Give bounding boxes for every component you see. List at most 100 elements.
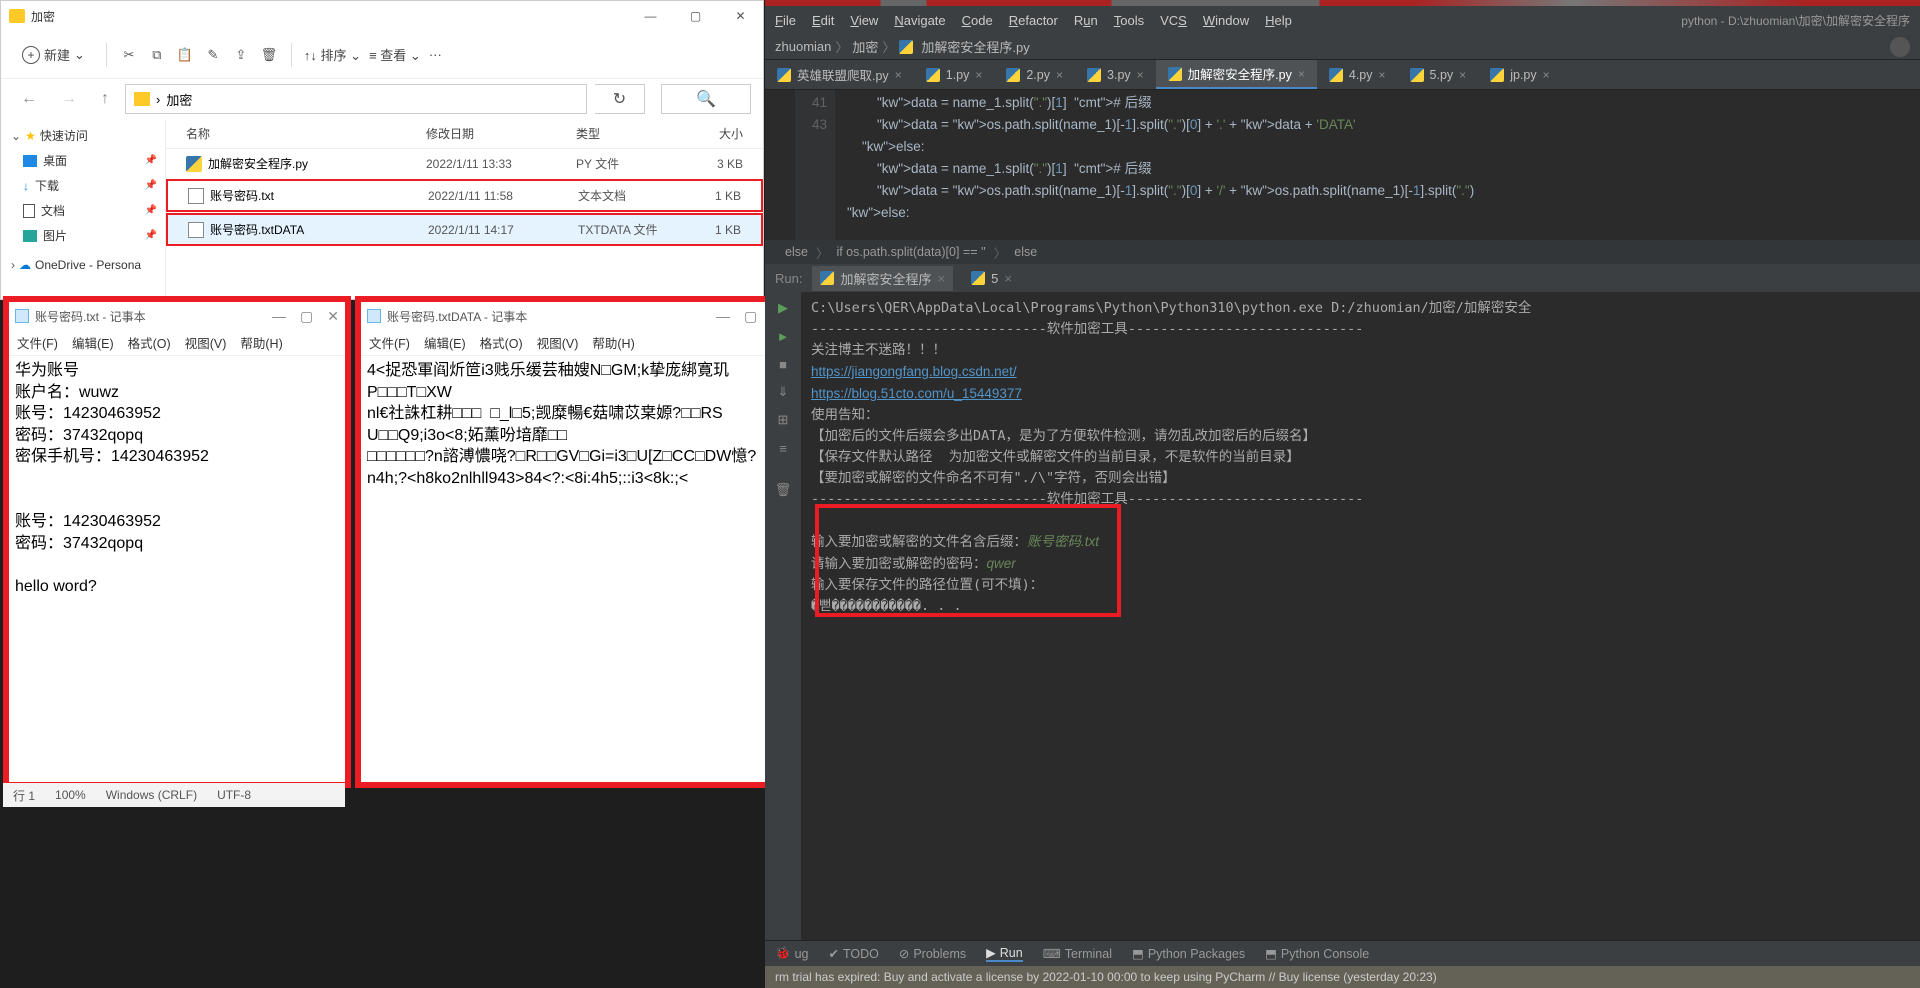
menu-window[interactable]: Window bbox=[1203, 13, 1249, 28]
minimize-button[interactable]: — bbox=[716, 308, 730, 325]
close-icon[interactable]: × bbox=[1056, 68, 1063, 82]
editor-tab[interactable]: 4.py× bbox=[1317, 60, 1398, 89]
menu-format[interactable]: 格式(O) bbox=[128, 333, 171, 352]
file-row[interactable]: 加解密安全程序.py 2022/1/11 13:33 PY 文件 3 KB bbox=[166, 149, 763, 178]
delete-icon[interactable]: 🗑 bbox=[259, 45, 279, 65]
copy-icon[interactable]: ⧉ bbox=[147, 45, 167, 65]
settings-icon[interactable]: ≡ bbox=[773, 438, 793, 458]
trash-icon[interactable]: 🗑 bbox=[773, 480, 793, 500]
menu-view[interactable]: 视图(V) bbox=[537, 333, 579, 352]
user-avatar[interactable] bbox=[1890, 37, 1910, 57]
up-button[interactable]: ↑ bbox=[93, 86, 117, 112]
link-51cto[interactable]: https://blog.51cto.com/u_15449377 bbox=[811, 386, 1022, 401]
notepad-text-area[interactable]: 4<捉恐軍阎炘笸i3贱乐缓芸秞嫂N□GM;k挚庞綁寛玑P□□□T□XW nl€社… bbox=[361, 356, 789, 782]
breadcrumb-item[interactable]: 加解密安全程序.py bbox=[921, 37, 1029, 56]
menu-help[interactable]: 帮助(H) bbox=[240, 333, 282, 352]
sidebar-quick-access[interactable]: ⌄★快速访问 bbox=[1, 123, 165, 148]
menu-vcs[interactable]: VCS bbox=[1160, 13, 1187, 28]
close-icon[interactable]: × bbox=[1543, 68, 1550, 82]
file-row[interactable]: 账号密码.txt 2022/1/11 11:58 文本文档 1 KB bbox=[166, 179, 763, 212]
menu-run[interactable]: Run bbox=[1074, 13, 1098, 28]
menu-refactor[interactable]: Refactor bbox=[1009, 13, 1058, 28]
menu-help[interactable]: 帮助(H) bbox=[592, 333, 634, 352]
link-csdn[interactable]: https://jiangongfang.blog.csdn.net/ bbox=[811, 364, 1017, 379]
down-icon[interactable]: ⇓ bbox=[773, 382, 793, 402]
editor-tab[interactable]: 1.py× bbox=[914, 60, 995, 89]
run-icon[interactable]: ► bbox=[773, 326, 793, 346]
menu-edit[interactable]: Edit bbox=[812, 13, 834, 28]
close-icon[interactable]: × bbox=[1137, 68, 1144, 82]
stop-icon[interactable]: ■ bbox=[773, 354, 793, 374]
sidebar-desktop[interactable]: 桌面📌 bbox=[1, 148, 165, 173]
menu-edit[interactable]: 编辑(E) bbox=[72, 333, 114, 352]
close-icon[interactable]: × bbox=[1298, 67, 1305, 81]
sort-button[interactable]: ↑↓ 排序 ⌄ bbox=[304, 45, 361, 64]
editor-tab[interactable]: jp.py× bbox=[1478, 60, 1561, 89]
cut-icon[interactable]: ✂ bbox=[119, 45, 139, 65]
minimize-button[interactable]: — bbox=[628, 1, 673, 31]
debug-tab[interactable]: 🐞 ug bbox=[775, 946, 808, 961]
close-icon[interactable]: × bbox=[975, 68, 982, 82]
run-tab-bottom[interactable]: ▶ Run bbox=[986, 945, 1023, 962]
file-list-header[interactable]: 名称 修改日期 类型 大小 bbox=[166, 119, 763, 149]
menu-file[interactable]: File bbox=[775, 13, 796, 28]
menu-help[interactable]: Help bbox=[1265, 13, 1292, 28]
editor-tab[interactable]: 英雄联盟爬取.py× bbox=[765, 60, 914, 89]
editor-tab[interactable]: 5.py× bbox=[1398, 60, 1479, 89]
todo-tab[interactable]: ✔ TODO bbox=[828, 946, 878, 961]
more-button[interactable]: ··· bbox=[429, 47, 442, 62]
editor-tab[interactable]: 2.py× bbox=[994, 60, 1075, 89]
python-console-tab[interactable]: ⬒ Python Console bbox=[1265, 946, 1369, 961]
paste-icon[interactable]: 📋 bbox=[175, 45, 195, 65]
menu-code[interactable]: Code bbox=[962, 13, 993, 28]
refresh-button[interactable]: ↻ bbox=[595, 84, 645, 114]
editor-tab[interactable]: 3.py× bbox=[1075, 60, 1156, 89]
python-packages-tab[interactable]: ⬒ Python Packages bbox=[1132, 946, 1245, 961]
close-icon[interactable]: × bbox=[1004, 271, 1012, 286]
rerun-icon[interactable]: ▶ bbox=[773, 298, 793, 318]
notepad-titlebar[interactable]: 账号密码.txt - 记事本 —▢✕ bbox=[9, 302, 345, 330]
explorer-titlebar[interactable]: 加密 — ▢ ✕ bbox=[1, 1, 763, 31]
sidebar-documents[interactable]: 文档📌 bbox=[1, 198, 165, 223]
rename-icon[interactable]: ✎ bbox=[203, 45, 223, 65]
back-button[interactable]: ← bbox=[13, 86, 45, 112]
close-icon[interactable]: × bbox=[1459, 68, 1466, 82]
close-icon[interactable]: × bbox=[937, 271, 945, 286]
sidebar-onedrive[interactable]: ›☁OneDrive - Persona bbox=[1, 254, 165, 276]
new-button[interactable]: + 新建 ⌄ bbox=[13, 40, 94, 69]
notepad-text-area[interactable]: 华为账号 账户名：wuwz 账号：14230463952 密码：37432qop… bbox=[9, 356, 345, 782]
file-row[interactable]: 账号密码.txtDATA 2022/1/11 14:17 TXTDATA 文件 … bbox=[166, 213, 763, 246]
notepad-titlebar[interactable]: 账号密码.txtDATA - 记事本 —▢✕ bbox=[361, 302, 789, 330]
editor-tab-active[interactable]: 加解密安全程序.py× bbox=[1156, 60, 1317, 89]
code-content[interactable]: "kw">data = name_1.split(".")[1] "cmt">#… bbox=[835, 90, 1920, 240]
close-button[interactable]: ✕ bbox=[718, 1, 763, 31]
forward-button[interactable]: → bbox=[53, 86, 85, 112]
menu-file[interactable]: 文件(F) bbox=[369, 333, 410, 352]
sidebar-pictures[interactable]: 图片📌 bbox=[1, 223, 165, 248]
run-tab[interactable]: 5× bbox=[963, 268, 1020, 289]
address-bar[interactable]: › 加密 bbox=[125, 84, 587, 114]
menu-file[interactable]: 文件(F) bbox=[17, 333, 58, 352]
view-button[interactable]: ≡ 查看 ⌄ bbox=[369, 45, 421, 64]
search-input[interactable]: 🔍 bbox=[661, 84, 751, 114]
menu-format[interactable]: 格式(O) bbox=[480, 333, 523, 352]
close-icon[interactable]: × bbox=[895, 68, 902, 82]
breadcrumb-item[interactable]: zhuomian bbox=[775, 39, 831, 54]
terminal-tab[interactable]: ⌨ Terminal bbox=[1043, 946, 1112, 961]
maximize-button[interactable]: ▢ bbox=[673, 1, 718, 31]
close-icon[interactable]: × bbox=[1379, 68, 1386, 82]
sidebar-downloads[interactable]: ↓下载📌 bbox=[1, 173, 165, 198]
breadcrumb-item[interactable]: 加密 bbox=[852, 37, 878, 56]
share-icon[interactable]: ⇪ bbox=[231, 45, 251, 65]
menu-navigate[interactable]: Navigate bbox=[894, 13, 945, 28]
run-tab[interactable]: 加解密安全程序× bbox=[812, 266, 953, 291]
layout-icon[interactable]: ⊞ bbox=[773, 410, 793, 430]
code-editor[interactable]: 4143 "kw">data = name_1.split(".")[1] "c… bbox=[765, 90, 1920, 240]
close-button[interactable]: ✕ bbox=[327, 308, 339, 325]
menu-view[interactable]: 视图(V) bbox=[185, 333, 227, 352]
menu-edit[interactable]: 编辑(E) bbox=[424, 333, 466, 352]
menu-view[interactable]: View bbox=[850, 13, 878, 28]
problems-tab[interactable]: ⊘ Problems bbox=[899, 946, 966, 961]
maximize-button[interactable]: ▢ bbox=[744, 308, 757, 325]
menu-tools[interactable]: Tools bbox=[1114, 13, 1144, 28]
